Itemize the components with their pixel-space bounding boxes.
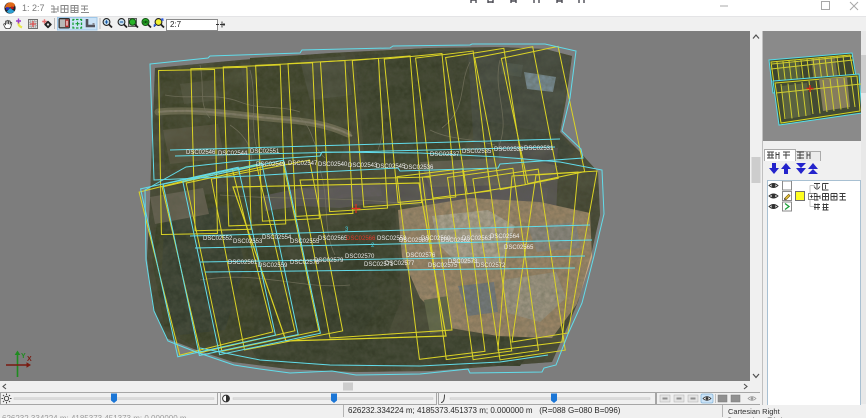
svg-text:X: X xyxy=(27,356,32,363)
svg-text:Y: Y xyxy=(21,353,26,360)
svg-text:DSC02576: DSC02576 xyxy=(406,253,436,259)
svg-text:DSC02566: DSC02566 xyxy=(346,236,376,242)
svg-text:DSC02565: DSC02565 xyxy=(504,245,534,251)
svg-text:DSC02553: DSC02553 xyxy=(233,239,263,245)
svg-text:DSC02546: DSC02546 xyxy=(186,150,216,156)
svg-text:DSC02537: DSC02537 xyxy=(430,152,460,158)
svg-text:DSC02552: DSC02552 xyxy=(203,236,233,242)
svg-text:DSC02536: DSC02536 xyxy=(404,165,434,171)
svg-text:DSC02547: DSC02547 xyxy=(288,161,318,167)
svg-text:DSC02577: DSC02577 xyxy=(385,261,415,267)
svg-text:DSC02570: DSC02570 xyxy=(345,254,375,260)
svg-text:DSC02573: DSC02573 xyxy=(448,259,478,265)
svg-text:DSC02565: DSC02565 xyxy=(318,236,348,242)
svg-text:DSC02531: DSC02531 xyxy=(524,146,554,152)
svg-text:DSC02545: DSC02545 xyxy=(376,164,406,170)
svg-text:DSC02543: DSC02543 xyxy=(348,163,378,169)
svg-text:DSC02549: DSC02549 xyxy=(256,162,286,168)
svg-text:DSC02559: DSC02559 xyxy=(258,263,288,269)
svg-text:DSC02555: DSC02555 xyxy=(290,239,320,245)
svg-text:DSC02535: DSC02535 xyxy=(462,149,492,155)
svg-text:DSC02572: DSC02572 xyxy=(476,263,506,269)
svg-text:DSC02540: DSC02540 xyxy=(318,162,348,168)
svg-text:DSC02579: DSC02579 xyxy=(314,258,344,264)
svg-text:DSC02554: DSC02554 xyxy=(262,235,292,241)
svg-text:DSC02551: DSC02551 xyxy=(250,149,280,155)
svg-text:DSC02563: DSC02563 xyxy=(462,236,492,242)
svg-text:DSC02544: DSC02544 xyxy=(218,151,248,157)
svg-text:DSC02533: DSC02533 xyxy=(494,147,524,153)
svg-text:DSC02564: DSC02564 xyxy=(490,234,520,240)
svg-text:DSC02561: DSC02561 xyxy=(228,260,258,266)
